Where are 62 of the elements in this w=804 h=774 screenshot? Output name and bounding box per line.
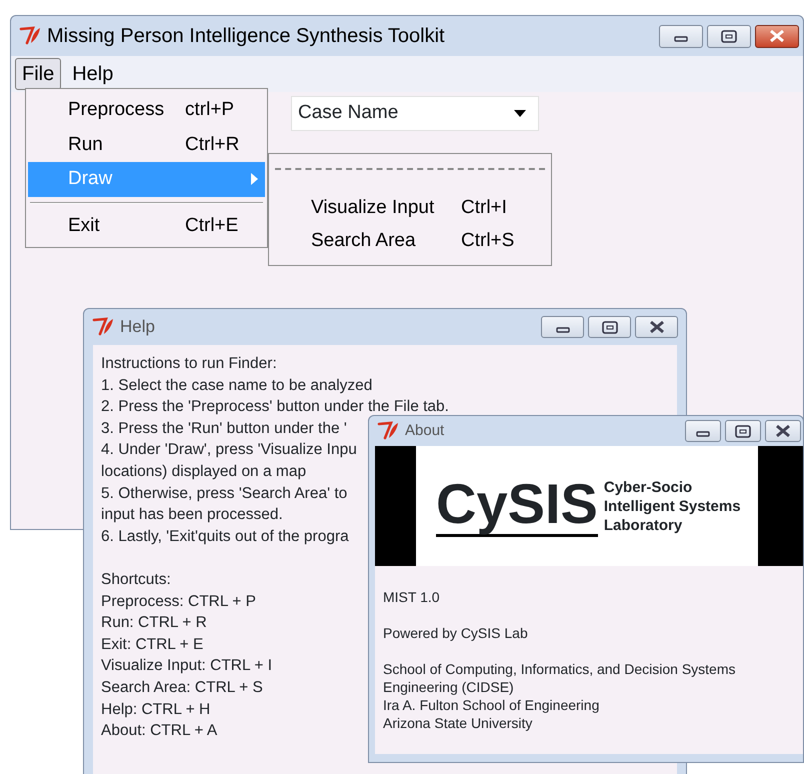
window-title: Missing Person Intelligence Synthesis Toolkit bbox=[47, 24, 445, 49]
menu-item[interactable]: Search Area Ctrl+S bbox=[271, 224, 549, 257]
help-line: Help: CTRL + H bbox=[101, 700, 210, 720]
menu-item[interactable]: Preprocess ctrl+P bbox=[28, 93, 265, 128]
logo-subtitle: Laboratory bbox=[604, 516, 684, 534]
tear-off-line[interactable] bbox=[275, 168, 545, 170]
about-line: MIST 1.0 bbox=[383, 588, 440, 606]
feather-icon bbox=[92, 316, 114, 338]
help-line: Visualize Input: CTRL + I bbox=[101, 656, 272, 676]
close-icon bbox=[767, 29, 787, 43]
maximize-icon bbox=[600, 320, 620, 334]
minimize-button[interactable] bbox=[685, 420, 721, 442]
maximize-button[interactable] bbox=[707, 24, 751, 48]
maximize-icon bbox=[719, 29, 739, 43]
close-button[interactable] bbox=[765, 420, 801, 442]
case-combobox[interactable]: Case Name bbox=[291, 96, 539, 131]
help-line: Preprocess: CTRL + P bbox=[101, 592, 256, 612]
help-line: 6. Lastly, 'Exit'quits out of the progra bbox=[101, 526, 349, 547]
menu-item[interactable]: Run Ctrl+R bbox=[28, 128, 265, 162]
help-line: Shortcuts: bbox=[101, 570, 171, 590]
about-line: Arizona State University bbox=[383, 714, 532, 732]
maximize-button[interactable] bbox=[588, 316, 631, 338]
caret-icon[interactable] bbox=[514, 110, 526, 118]
close-button[interactable] bbox=[635, 316, 678, 338]
logo-subtitle: Intelligent Systems bbox=[604, 496, 741, 516]
close-icon bbox=[773, 424, 793, 438]
help-line: 1. Select the case name to be analyzed bbox=[101, 376, 372, 396]
help-line: locations) displayed on a map bbox=[101, 462, 306, 482]
minimize-icon bbox=[556, 327, 570, 333]
help-line: About: CTRL + A bbox=[101, 721, 218, 742]
about-line: Powered by CySIS Lab bbox=[383, 624, 528, 642]
window-title: About bbox=[405, 420, 444, 441]
help-line: 4. Under 'Draw', press 'Visualize Inpu bbox=[101, 440, 357, 460]
help-line: 5. Otherwise, press 'Search Area' to bbox=[101, 484, 348, 504]
minimize-button[interactable] bbox=[541, 316, 584, 338]
menu-item[interactable]: Help bbox=[65, 58, 120, 90]
menu-item[interactable]: Exit Ctrl+E bbox=[28, 208, 265, 243]
window-title: Help bbox=[120, 316, 155, 338]
about-line: Engineering (CIDSE) bbox=[383, 678, 514, 696]
close-button[interactable] bbox=[755, 24, 799, 48]
feather-icon bbox=[19, 25, 41, 47]
minimize-button[interactable] bbox=[659, 24, 703, 48]
combobox-value: Case Name bbox=[298, 101, 398, 126]
minimize-icon bbox=[674, 36, 688, 42]
maximize-icon bbox=[733, 424, 753, 438]
help-line: Instructions to run Finder: bbox=[101, 354, 277, 374]
help-line: Exit: CTRL + E bbox=[101, 634, 204, 655]
feather-icon bbox=[377, 420, 399, 442]
submenu-arrow-icon bbox=[251, 173, 259, 186]
help-line: Search Area: CTRL + S bbox=[101, 678, 263, 698]
maximize-button[interactable] bbox=[725, 420, 761, 442]
about-line: Ira A. Fulton School of Engineering bbox=[383, 696, 600, 714]
menu-item[interactable]: File bbox=[15, 58, 62, 90]
help-line: 2. Press the 'Preprocess' button under the File tab. bbox=[101, 397, 449, 418]
help-line: Run: CTRL + R bbox=[101, 613, 207, 634]
help-line: input has been processed. bbox=[101, 505, 283, 526]
logo-subtitle: Cyber-Socio bbox=[604, 478, 694, 496]
logo-text: CySIS bbox=[436, 476, 598, 536]
minimize-icon bbox=[696, 431, 710, 437]
menu-item[interactable]: Visualize Input Ctrl+I bbox=[271, 192, 549, 224]
help-line: 3. Press the 'Run' button under the ' bbox=[101, 418, 347, 439]
about-line: School of Computing, Informatics, and Decision Systems bbox=[383, 660, 736, 678]
